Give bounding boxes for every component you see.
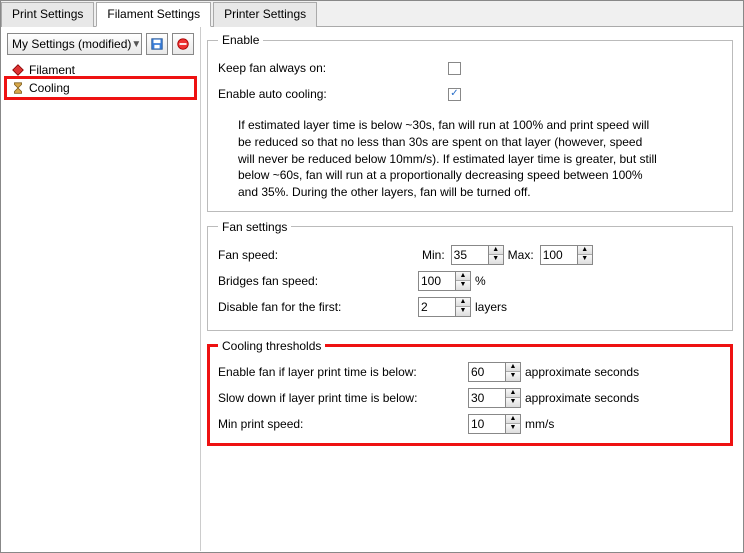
minus-circle-icon [176,37,190,51]
fan-max-label: Max: [508,248,534,262]
tab-print-settings[interactable]: Print Settings [1,2,94,27]
sidebar-item-cooling[interactable]: Cooling [4,76,197,100]
spin-down-icon[interactable]: ▼ [578,255,592,264]
slow-down-threshold-spinner[interactable]: ▲▼ [468,388,521,408]
enable-legend: Enable [218,33,263,47]
spin-up-icon[interactable]: ▲ [456,298,470,307]
fan-speed-max-spinner[interactable]: ▲▼ [540,245,593,265]
save-preset-button[interactable] [146,33,168,55]
spin-up-icon[interactable]: ▲ [506,415,520,424]
spin-down-icon[interactable]: ▼ [506,398,520,407]
filament-icon [11,63,25,77]
preset-row: My Settings (modified) ▼ [7,33,194,55]
mms-label: mm/s [525,417,554,431]
sidebar-item-label: Cooling [29,81,70,95]
slow-down-threshold-label: Slow down if layer print time is below: [218,391,468,405]
approx-seconds-label: approximate seconds [525,391,639,405]
enable-auto-cooling-label: Enable auto cooling: [218,87,448,101]
approx-seconds-label: approximate seconds [525,365,639,379]
delete-preset-button[interactable] [172,33,194,55]
fan-settings-legend: Fan settings [218,220,291,234]
fan-speed-min-spinner[interactable]: ▲▼ [451,245,504,265]
disable-fan-first-spinner[interactable]: ▲▼ [418,297,471,317]
bridges-fan-speed-label: Bridges fan speed: [218,274,418,288]
nav-tree: Filament Cooling [7,61,194,100]
spin-up-icon[interactable]: ▲ [489,246,503,255]
min-print-speed-label: Min print speed: [218,417,468,431]
fan-speed-min-input[interactable] [452,246,488,264]
disable-fan-first-input[interactable] [419,298,455,316]
spin-down-icon[interactable]: ▼ [456,307,470,316]
hourglass-icon [11,81,25,95]
spin-down-icon[interactable]: ▼ [489,255,503,264]
fan-speed-label: Fan speed: [218,248,418,262]
keep-fan-always-on-checkbox[interactable] [448,62,461,75]
spin-up-icon[interactable]: ▲ [506,389,520,398]
spin-down-icon[interactable]: ▼ [506,424,520,433]
cooling-thresholds-legend: Cooling thresholds [218,339,325,353]
min-print-speed-input[interactable] [469,415,505,433]
tab-bar: Print Settings Filament Settings Printer… [1,1,743,27]
cooling-thresholds-group: Cooling thresholds Enable fan if layer p… [207,339,733,446]
disable-fan-first-label: Disable fan for the first: [218,300,418,314]
spin-up-icon[interactable]: ▲ [578,246,592,255]
fan-min-label: Min: [422,248,445,262]
main-panel: Enable Keep fan always on: Enable auto c… [201,27,743,551]
enable-fan-threshold-input[interactable] [469,363,505,381]
enable-auto-cooling-checkbox[interactable] [448,88,461,101]
floppy-icon [150,37,164,51]
tab-printer-settings[interactable]: Printer Settings [213,2,317,27]
slow-down-threshold-input[interactable] [469,389,505,407]
min-print-speed-spinner[interactable]: ▲▼ [468,414,521,434]
enable-fan-threshold-spinner[interactable]: ▲▼ [468,362,521,382]
percent-label: % [475,274,486,288]
fan-speed-max-input[interactable] [541,246,577,264]
fan-settings-group: Fan settings Fan speed: Min: ▲▼ Max: ▲▼ [207,220,733,331]
sidebar: My Settings (modified) ▼ [1,27,201,551]
enable-fan-threshold-label: Enable fan if layer print time is below: [218,365,468,379]
keep-fan-always-on-label: Keep fan always on: [218,61,448,75]
chevron-down-icon: ▼ [131,39,141,50]
bridges-fan-speed-spinner[interactable]: ▲▼ [418,271,471,291]
preset-name: My Settings (modified) [12,37,131,51]
bridges-fan-speed-input[interactable] [419,272,455,290]
preset-dropdown[interactable]: My Settings (modified) ▼ [7,33,142,55]
window: Print Settings Filament Settings Printer… [0,0,744,553]
spin-down-icon[interactable]: ▼ [506,372,520,381]
body-area: My Settings (modified) ▼ [1,27,743,551]
spin-up-icon[interactable]: ▲ [456,272,470,281]
sidebar-item-label: Filament [29,63,75,77]
spin-up-icon[interactable]: ▲ [506,363,520,372]
tab-filament-settings[interactable]: Filament Settings [96,2,211,27]
enable-group: Enable Keep fan always on: Enable auto c… [207,33,733,212]
spin-down-icon[interactable]: ▼ [456,281,470,290]
layers-label: layers [475,300,507,314]
cooling-description: If estimated layer time is below ~30s, f… [238,117,658,201]
